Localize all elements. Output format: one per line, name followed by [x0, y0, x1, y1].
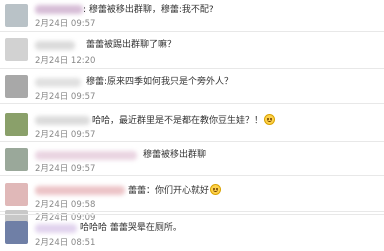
username-blurred[interactable] — [35, 41, 75, 50]
avatar[interactable] — [5, 38, 28, 61]
avatar[interactable] — [5, 221, 28, 244]
comment-text: 穆蕾被移出群聊 — [143, 150, 207, 160]
comment-text: 蕾蕾被踢出群聊了嘛？ — [86, 40, 177, 50]
laughing-emoji-icon — [264, 114, 276, 125]
comment-item: 穆蕾被移出群聊 2月24日 09:57 — [0, 142, 384, 176]
comment-item: 蕾蕾：你们开心就好 2月24日 09:58 — [0, 176, 384, 212]
avatar[interactable] — [5, 4, 28, 27]
comment-time: 2月24日 09:57 — [35, 92, 96, 102]
username-blurred[interactable] — [35, 5, 83, 14]
comment-time: 2月24日 09:57 — [35, 19, 96, 29]
username-blurred[interactable] — [35, 186, 125, 195]
comment-item: : 穆蕾被移出群聊，穆蕾:我不配? 2月24日 09:57 — [0, 0, 384, 32]
comment-item: 蕾蕾被踢出群聊了嘛？ 2月24日 12:20 — [0, 32, 384, 69]
comment-text: 哈哈，最近群里是不是都在教你豆生娃？！ — [92, 114, 276, 127]
avatar[interactable] — [5, 148, 28, 171]
comment-time: 2月24日 12:20 — [35, 56, 96, 66]
comment-time: 2月24日 09:57 — [35, 164, 96, 174]
avatar[interactable] — [5, 75, 28, 98]
username-blurred[interactable] — [35, 78, 81, 87]
username-blurred[interactable] — [35, 116, 90, 125]
avatar[interactable] — [5, 113, 28, 136]
comment-item: 哈哈哈 蕾蕾哭晕在厕所。 2月24日 08:51 — [0, 214, 384, 251]
comment-time: 2月24日 09:58 — [35, 200, 96, 210]
comment-text: 哈哈哈 蕾蕾哭晕在厕所。 — [80, 223, 182, 233]
comment-time: 2月24日 08:51 — [35, 238, 96, 248]
username-blurred[interactable] — [35, 224, 77, 233]
comment-item: 哈哈，最近群里是不是都在教你豆生娃？！ 2月24日 09:57 — [0, 104, 384, 142]
smile-emoji-icon — [210, 184, 222, 195]
avatar[interactable] — [5, 183, 28, 206]
comment-item: 穆蕾:原来四季如何我只是个旁外人？ 2月24日 09:57 — [0, 69, 384, 104]
comment-text: : 穆蕾被移出群聊，穆蕾:我不配? — [83, 5, 214, 15]
comment-list: : 穆蕾被移出群聊，穆蕾:我不配? 2月24日 09:57 蕾蕾被踢出群聊了嘛？… — [0, 0, 384, 251]
comment-time: 2月24日 09:57 — [35, 130, 96, 140]
username-blurred[interactable] — [35, 151, 137, 160]
comment-text: 蕾蕾：你们开心就好 — [128, 184, 222, 197]
comment-text: 穆蕾:原来四季如何我只是个旁外人？ — [86, 77, 234, 87]
